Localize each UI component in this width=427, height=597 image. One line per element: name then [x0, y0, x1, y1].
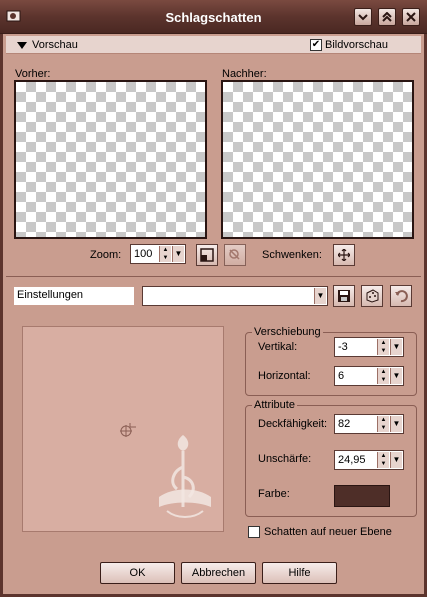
crosshair-icon[interactable]: [119, 421, 137, 439]
preset-dropdown-arrow[interactable]: ▼: [314, 288, 326, 304]
shadow-new-layer-label: Schatten auf neuer Ebene: [264, 526, 392, 538]
opacity-dropdown-arrow[interactable]: ▼: [390, 416, 402, 432]
shadow-direction-canvas[interactable]: [22, 326, 224, 532]
close-icon: [406, 12, 416, 22]
blur-stepper[interactable]: 24,95 ▲ ▼ ▼: [334, 450, 404, 470]
zoom-dropdown-arrow[interactable]: ▼: [172, 246, 184, 262]
watermark-logo: [159, 435, 211, 518]
opacity-value: 82: [338, 418, 351, 430]
horizontal-label: Horizontal:: [258, 370, 311, 382]
save-preset-button[interactable]: [333, 285, 355, 307]
vertical-spin-arrows[interactable]: ▲ ▼: [377, 339, 389, 355]
vertical-stepper[interactable]: -3 ▲ ▼ ▼: [334, 337, 404, 357]
floppy-disk-icon: [338, 290, 350, 302]
zoom-to-fit-button[interactable]: [196, 244, 218, 266]
pan-label: Schwenken:: [262, 249, 322, 261]
opacity-stepper[interactable]: 82 ▲ ▼ ▼: [334, 414, 404, 434]
before-preview[interactable]: [14, 80, 207, 239]
close-button[interactable]: [402, 8, 420, 26]
shadow-new-layer-checkbox[interactable]: [248, 526, 260, 538]
after-label: Nachher:: [222, 68, 267, 80]
settings-label: Einstellungen: [14, 287, 134, 305]
image-preview-checkbox[interactable]: ✔: [310, 39, 322, 51]
checkmark-icon: ✔: [311, 39, 321, 50]
undo-arrow-icon: [395, 290, 408, 303]
help-button[interactable]: Hilfe: [262, 562, 337, 584]
fit-window-icon: [200, 248, 214, 262]
blur-spin-arrows[interactable]: ▲ ▼: [377, 452, 389, 468]
zoom-label: Zoom:: [90, 249, 122, 261]
minimize-button[interactable]: [354, 8, 372, 26]
collapse-triangle-icon[interactable]: [17, 42, 27, 49]
double-chevron-up-icon: [382, 12, 392, 22]
opacity-spin-arrows[interactable]: ▲ ▼: [377, 416, 389, 432]
preview-section-label: Vorschau: [32, 39, 78, 51]
cancel-button[interactable]: Abbrechen: [181, 562, 256, 584]
dice-icon: [366, 289, 379, 303]
randomize-button[interactable]: [361, 285, 383, 307]
image-preview-label: Bildvorschau: [325, 39, 388, 51]
reset-button[interactable]: [390, 285, 412, 307]
preset-select[interactable]: ▼: [142, 286, 328, 306]
chevron-down-icon: [358, 14, 368, 21]
horizontal-value: 6: [338, 370, 345, 382]
no-zoom-icon: [229, 249, 240, 260]
before-label: Vorher:: [15, 68, 51, 80]
ok-button[interactable]: OK: [100, 562, 175, 584]
pan-button[interactable]: [333, 244, 355, 266]
horizontal-stepper[interactable]: 6 ▲ ▼ ▼: [334, 366, 404, 386]
divider: [6, 276, 421, 277]
zoom-reset-button[interactable]: [224, 244, 246, 266]
offset-group-title: Verschiebung: [252, 326, 323, 338]
blur-dropdown-arrow[interactable]: ▼: [390, 452, 402, 468]
blur-value: 24,95: [338, 454, 366, 466]
after-preview[interactable]: [221, 80, 414, 239]
zoom-stepper[interactable]: 100 ▲ ▼ ▼: [130, 244, 186, 264]
maximize-button[interactable]: [378, 8, 396, 26]
horizontal-spin-arrows[interactable]: ▲ ▼: [377, 368, 389, 384]
horizontal-dropdown-arrow[interactable]: ▼: [390, 368, 402, 384]
shadow-color-swatch[interactable]: [334, 485, 390, 507]
zoom-spin-arrows[interactable]: ▲ ▼: [159, 246, 171, 262]
color-label: Farbe:: [258, 488, 290, 500]
blur-label: Unschärfe:: [258, 453, 312, 465]
vertical-dropdown-arrow[interactable]: ▼: [390, 339, 402, 355]
move-icon: [338, 249, 350, 261]
vertical-value: -3: [338, 341, 348, 353]
vertical-label: Vertikal:: [258, 341, 298, 353]
zoom-value: 100: [134, 248, 153, 260]
attributes-group-title: Attribute: [252, 399, 297, 411]
opacity-label: Deckfähigkeit:: [258, 418, 328, 430]
